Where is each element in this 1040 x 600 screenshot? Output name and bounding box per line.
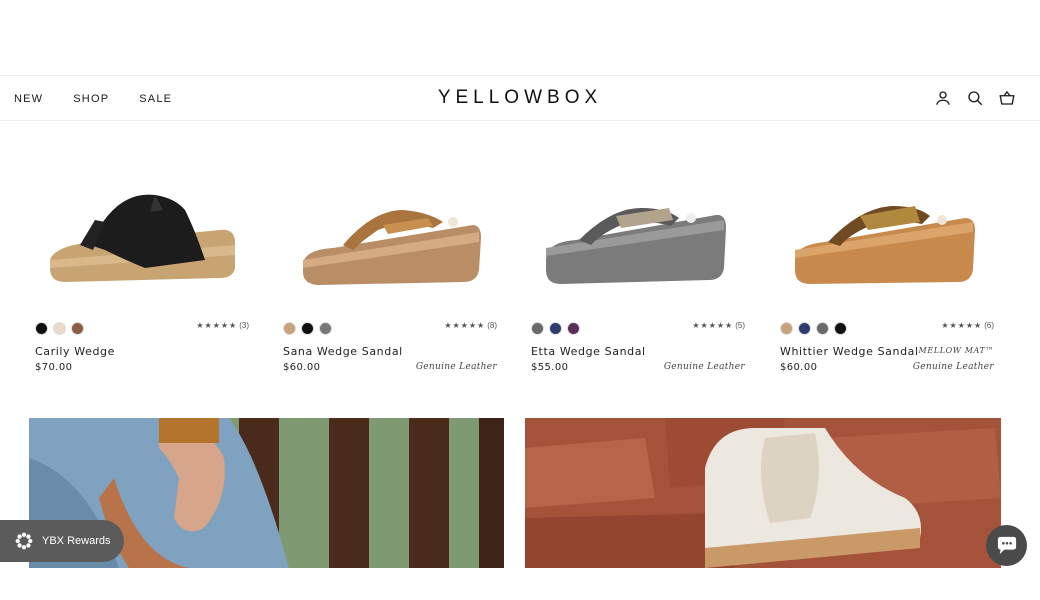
rating-stars: ★★★★★ xyxy=(196,321,238,330)
product-card[interactable]: ★★★★★ (6) Whittier Wedge Sandal $60.00 ME… xyxy=(780,150,994,373)
rewards-label: YBX Rewards xyxy=(42,535,111,547)
rating-stars: ★★★★★ xyxy=(941,321,983,330)
product-name[interactable]: Whittier Wedge Sandal xyxy=(780,345,919,358)
rewards-button[interactable]: YBX Rewards xyxy=(0,520,124,562)
rating-stars: ★★★★★ xyxy=(692,321,734,330)
swatch[interactable] xyxy=(71,322,84,335)
site-header: NEW SHOP SALE YELLOWBOX xyxy=(0,75,1040,121)
color-swatches xyxy=(531,322,580,335)
swatch[interactable] xyxy=(35,322,48,335)
color-swatches xyxy=(283,322,332,335)
promo-banner-right[interactable] xyxy=(525,418,1001,568)
site-logo[interactable]: YELLOWBOX xyxy=(438,87,602,108)
product-price: $60.00 xyxy=(780,362,818,373)
swatch[interactable] xyxy=(53,322,66,335)
swatch[interactable] xyxy=(780,322,793,335)
product-material: Genuine Leather xyxy=(663,362,745,372)
swatch[interactable] xyxy=(798,322,811,335)
product-price: $70.00 xyxy=(35,362,73,373)
product-image[interactable] xyxy=(35,150,249,300)
review-count: (3) xyxy=(239,321,249,330)
product-card[interactable]: ★★★★★ (3) Carily Wedge $70.00 xyxy=(35,150,249,373)
product-card[interactable]: ★★★★★ (8) Sana Wedge Sandal $60.00 Genuin… xyxy=(283,150,497,373)
product-material: Genuine Leather xyxy=(912,362,994,372)
swatch[interactable] xyxy=(301,322,314,335)
rating: ★★★★★ (6) xyxy=(941,321,994,330)
header-icons xyxy=(934,89,1016,107)
swatch[interactable] xyxy=(816,322,829,335)
review-count: (6) xyxy=(984,321,994,330)
product-price: $55.00 xyxy=(531,362,569,373)
product-name[interactable]: Carily Wedge xyxy=(35,345,115,358)
account-icon[interactable] xyxy=(934,89,952,107)
product-image[interactable] xyxy=(531,150,745,300)
search-icon[interactable] xyxy=(966,89,984,107)
flower-icon xyxy=(15,532,33,550)
nav-shop[interactable]: SHOP xyxy=(73,93,109,105)
cart-icon[interactable] xyxy=(998,89,1016,107)
product-price: $60.00 xyxy=(283,362,321,373)
product-image[interactable] xyxy=(780,150,994,300)
color-swatches xyxy=(35,322,84,335)
review-count: (8) xyxy=(487,321,497,330)
rating: ★★★★★ (3) xyxy=(196,321,249,330)
product-image[interactable] xyxy=(283,150,497,300)
color-swatches xyxy=(780,322,847,335)
nav-sale[interactable]: SALE xyxy=(139,93,172,105)
swatch[interactable] xyxy=(567,322,580,335)
product-name[interactable]: Sana Wedge Sandal xyxy=(283,345,403,358)
swatch[interactable] xyxy=(549,322,562,335)
swatch[interactable] xyxy=(531,322,544,335)
chat-icon xyxy=(997,536,1016,554)
rating: ★★★★★ (5) xyxy=(692,321,745,330)
chat-button[interactable] xyxy=(986,525,1027,566)
swatch[interactable] xyxy=(834,322,847,335)
product-card[interactable]: ★★★★★ (5) Etta Wedge Sandal $55.00 Genuin… xyxy=(531,150,745,373)
nav-new[interactable]: NEW xyxy=(14,93,43,105)
rating: ★★★★★ (8) xyxy=(444,321,497,330)
swatch[interactable] xyxy=(283,322,296,335)
main-nav: NEW SHOP SALE xyxy=(14,76,172,122)
product-material: Genuine Leather xyxy=(415,362,497,372)
product-name[interactable]: Etta Wedge Sandal xyxy=(531,345,646,358)
swatch[interactable] xyxy=(319,322,332,335)
product-feature: MELLOW MAT™ xyxy=(918,346,994,355)
rating-stars: ★★★★★ xyxy=(444,321,486,330)
review-count: (5) xyxy=(735,321,745,330)
banner-image-boot xyxy=(525,418,1001,568)
